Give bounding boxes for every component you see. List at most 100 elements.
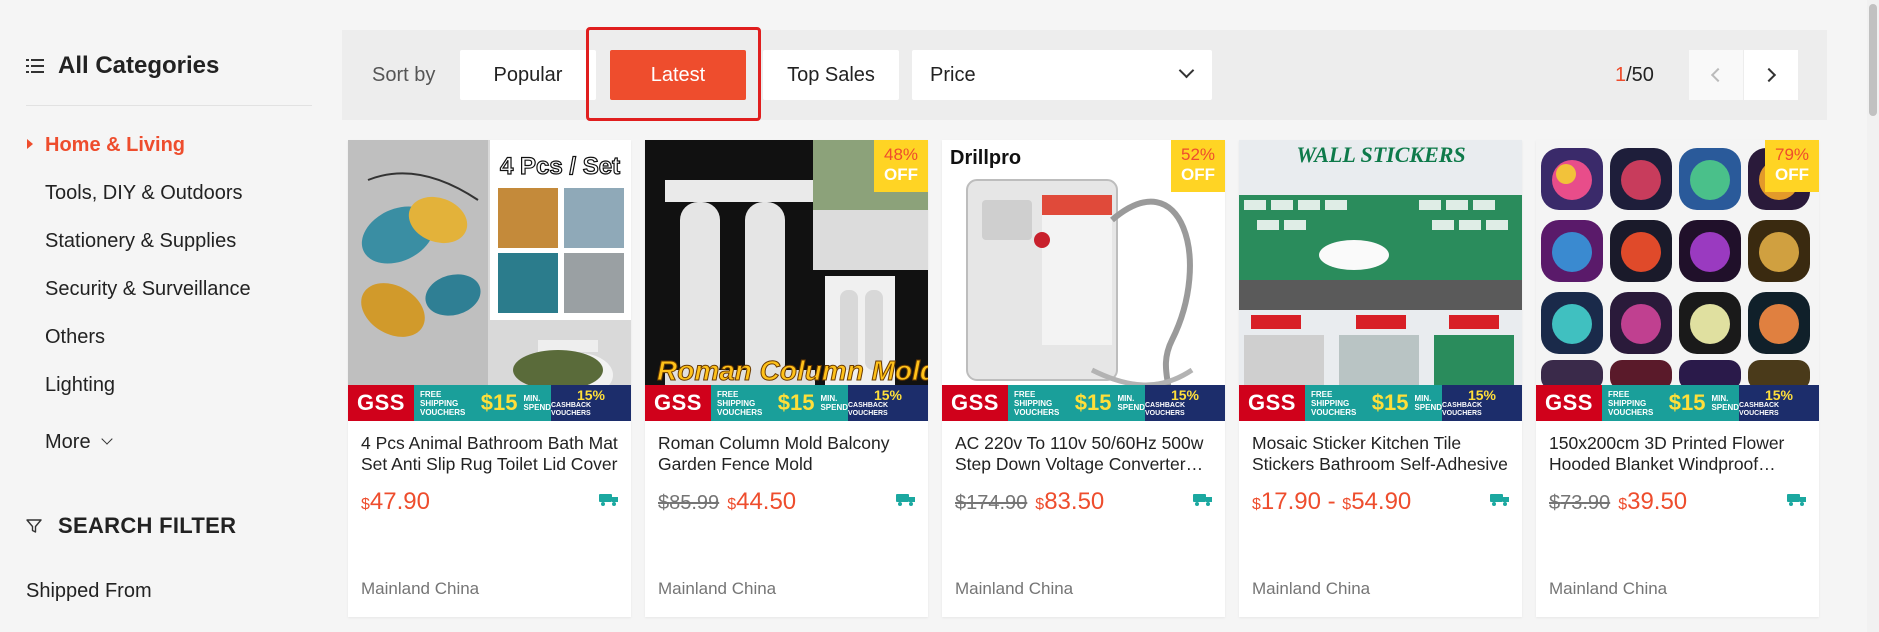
cashback-voucher: 15% CASHBACK VOUCHERS [1145, 385, 1225, 421]
sort-top-sales-button[interactable]: Top Sales [763, 50, 899, 100]
next-page-button[interactable] [1744, 50, 1798, 100]
old-price-value: 174.90 [966, 492, 1028, 514]
discount-percent: 52% [1180, 145, 1216, 164]
price-value: 17.90 [1260, 488, 1321, 515]
promo-strip: GSS FREE SHIPPING VOUCHERS $15 MIN. SPEND … [942, 385, 1225, 421]
category-label: Home & Living [45, 134, 186, 156]
gss-logo: GSS [645, 385, 711, 421]
currency-symbol: $ [1549, 492, 1561, 514]
svg-text:WALL STICKERS: WALL STICKERS [1296, 142, 1465, 167]
product-title[interactable]: Mosaic Sticker Kitchen Tile Stickers Bat… [1252, 433, 1510, 475]
category-item-security[interactable]: Security & Surveillance [26, 274, 251, 322]
svg-text:Drillpro: Drillpro [950, 147, 1021, 169]
product-card[interactable]: Roman Column Mold 48% OFF GSS FREE SHIPPI… [645, 140, 928, 617]
divider [26, 105, 312, 106]
price-value: 44.50 [736, 488, 797, 515]
product-card[interactable]: 79% OFF GSS FREE SHIPPING VOUCHERS $15 MIN.… [1536, 140, 1819, 617]
product-price: $85.99 $44.50 [658, 488, 796, 516]
current-page: 1 [1615, 64, 1627, 86]
cashback-voucher: 15% CASHBACK VOUCHERS [1442, 385, 1522, 421]
category-item-home-living[interactable]: Home & Living [26, 130, 251, 178]
product-price: $17.90 - $54.90 [1252, 488, 1411, 516]
voucher-amount: $15 [1668, 390, 1706, 415]
category-item-tools[interactable]: Tools, DIY & Outdoors [26, 178, 251, 226]
cashback-percent: 15% [1170, 387, 1200, 403]
chevron-right-icon [1761, 67, 1777, 83]
discount-badge: 48% OFF [874, 140, 928, 192]
chevron-down-icon [1178, 62, 1195, 79]
product-price: $73.90 $39.50 [1549, 488, 1687, 516]
free-shipping-text: FREE SHIPPING VOUCHERS [717, 389, 763, 417]
category-label: Security & Surveillance [45, 278, 251, 300]
product-card[interactable]: WALL STICKERS GSS FREE SHIPPING VOUCHERS… [1239, 140, 1522, 617]
price-value: 39.50 [1627, 488, 1688, 515]
product-location: Mainland China [1549, 579, 1668, 598]
price-range-separator: - [1320, 488, 1343, 515]
currency-symbol: $ [1252, 496, 1261, 513]
overlay-text: 4 Pcs / Set [499, 152, 620, 180]
product-image[interactable]: 4 Pcs / Set GSS FREE SHIPPING VOUCHERS $1… [348, 140, 631, 421]
more-categories-toggle[interactable]: More [26, 418, 251, 466]
product-location: Mainland China [955, 579, 1074, 598]
off-label: OFF [1775, 165, 1809, 184]
free-shipping-text: FREE SHIPPING VOUCHERS [420, 389, 466, 417]
off-label: OFF [1181, 165, 1215, 184]
cashback-percent: 15% [576, 387, 606, 403]
search-filter-header: SEARCH FILTER [26, 513, 236, 539]
shipped-from-label: Shipped From [26, 580, 152, 602]
voucher-amount: $15 [777, 390, 815, 415]
total-pages: /50 [1626, 64, 1654, 86]
voucher-amount: $15 [480, 390, 518, 415]
vertical-scrollbar[interactable] [1867, 0, 1879, 632]
svg-text:Roman Column Mold: Roman Column Mold [657, 355, 928, 386]
product-card[interactable]: 4 Pcs / Set GSS FREE SHIPPING VOUCHERS $1… [348, 140, 631, 617]
category-item-others[interactable]: Others [26, 322, 251, 370]
product-photo-bath-mat [348, 140, 631, 421]
free-shipping-text: FREE SHIPPING VOUCHERS [1608, 389, 1654, 417]
product-title[interactable]: AC 220v To 110v 50/60Hz 500w Step Down V… [955, 433, 1213, 475]
gss-logo: GSS [1536, 385, 1602, 421]
product-image[interactable]: 79% OFF GSS FREE SHIPPING VOUCHERS $15 MIN.… [1536, 140, 1819, 421]
min-spend-text: MIN. SPEND [1711, 394, 1739, 412]
product-location: Mainland China [1252, 579, 1371, 598]
category-list: Home & Living Tools, DIY & Outdoors Stat… [26, 130, 251, 466]
price-value: 47.90 [369, 488, 430, 515]
free-shipping-icon [1490, 494, 1509, 506]
price-sort-select[interactable]: Price [912, 50, 1212, 100]
product-image[interactable]: WALL STICKERS GSS FREE SHIPPING VOUCHERS… [1239, 140, 1522, 421]
gss-logo: GSS [942, 385, 1008, 421]
sort-popular-button[interactable]: Popular [460, 50, 596, 100]
free-shipping-text: FREE SHIPPING VOUCHERS [1311, 389, 1357, 417]
product-title[interactable]: 150x200cm 3D Printed Flower Hooded Blank… [1549, 433, 1807, 475]
price-value: 83.50 [1044, 488, 1105, 515]
free-shipping-voucher: FREE SHIPPING VOUCHERS $15 MIN. SPEND [1008, 385, 1145, 421]
currency-symbol: $ [1342, 496, 1352, 513]
cashback-text: CASHBACK VOUCHERS [1442, 402, 1483, 417]
cashback-text: CASHBACK VOUCHERS [551, 402, 592, 417]
prev-page-button[interactable] [1689, 50, 1743, 100]
promo-strip: GSS FREE SHIPPING VOUCHERS $15 MIN. SPEND … [348, 385, 631, 421]
all-categories-title: All Categories [58, 52, 220, 79]
filter-icon [26, 519, 42, 533]
old-price-value: 85.99 [669, 492, 720, 514]
free-shipping-voucher: FREE SHIPPING VOUCHERS $15 MIN. SPEND [414, 385, 551, 421]
sort-latest-button[interactable]: Latest [610, 50, 746, 100]
product-price: $47.90 [361, 488, 430, 516]
category-item-lighting[interactable]: Lighting [26, 370, 251, 418]
search-filter-title: SEARCH FILTER [58, 513, 237, 538]
page-indicator: 1/50 [1615, 64, 1654, 87]
more-label: More [45, 431, 91, 453]
product-title[interactable]: Roman Column Mold Balcony Garden Fence M… [658, 433, 916, 475]
category-item-stationery[interactable]: Stationery & Supplies [26, 226, 251, 274]
all-categories-header[interactable]: All Categories [26, 52, 219, 80]
scrollbar-thumb[interactable] [1869, 4, 1877, 116]
product-image[interactable]: Roman Column Mold 48% OFF GSS FREE SHIPPI… [645, 140, 928, 421]
promo-strip: GSS FREE SHIPPING VOUCHERS $15 MIN. SPEND … [645, 385, 928, 421]
product-image[interactable]: Drillpro 52% OFF GSS FREE SHIPPING VOUCHE… [942, 140, 1225, 421]
chevron-down-icon [100, 433, 113, 445]
active-caret-icon [27, 139, 33, 149]
product-title[interactable]: 4 Pcs Animal Bathroom Bath Mat Set Anti … [361, 433, 619, 475]
product-photo-wall-stickers: WALL STICKERS [1239, 140, 1522, 421]
product-location: Mainland China [361, 579, 480, 598]
product-card[interactable]: Drillpro 52% OFF GSS FREE SHIPPING VOUCHE… [942, 140, 1225, 617]
